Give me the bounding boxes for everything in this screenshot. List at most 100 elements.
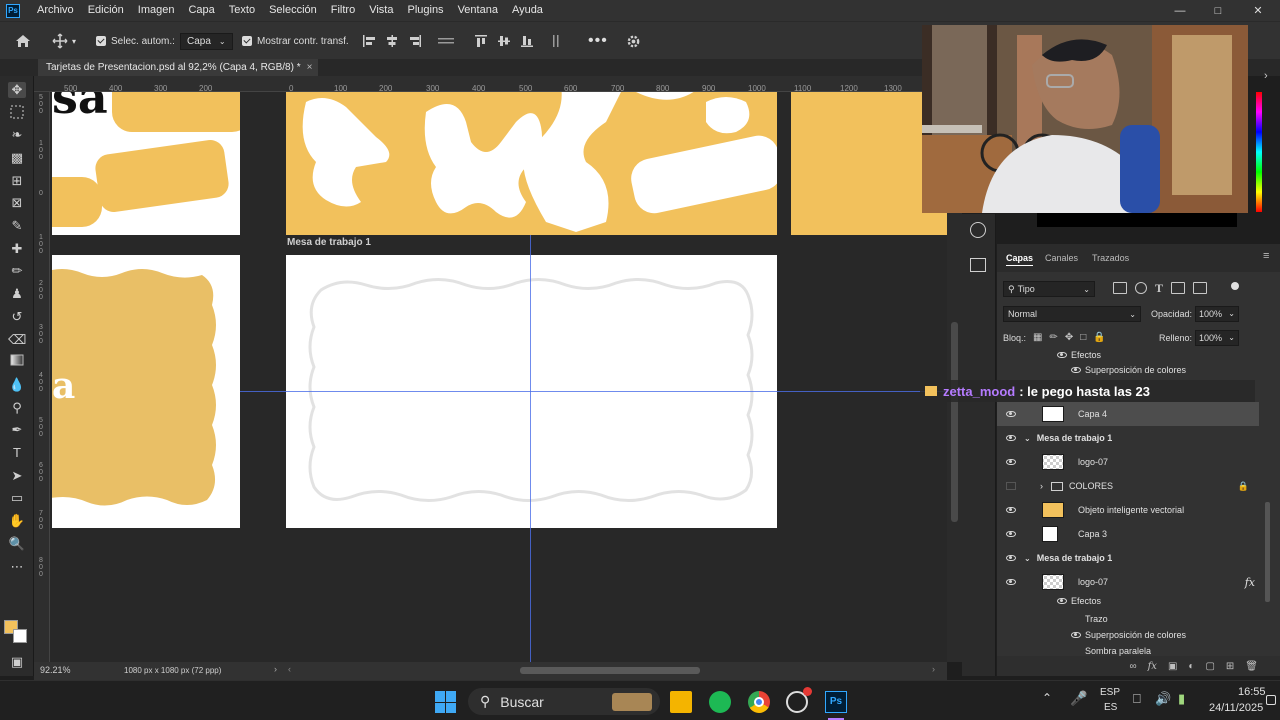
distribute-vertical-icon[interactable]: [549, 34, 563, 48]
path-selection-icon[interactable]: ➤: [8, 468, 26, 484]
menu-seleccion[interactable]: Selección: [262, 0, 324, 21]
menu-filtro[interactable]: Filtro: [324, 0, 362, 21]
type-tool-icon[interactable]: T: [8, 445, 26, 461]
close-icon[interactable]: ✕: [1238, 0, 1278, 21]
blend-mode-dropdown[interactable]: Normal ⌄: [1003, 306, 1141, 322]
panel-menu-icon[interactable]: ≡: [1263, 250, 1269, 262]
zoom-level[interactable]: 92.21%: [40, 665, 71, 675]
background-color-swatch[interactable]: [13, 629, 27, 643]
eye-icon[interactable]: [1071, 367, 1081, 373]
history-brush-icon[interactable]: ↺: [8, 309, 26, 325]
align-left-icon[interactable]: [362, 34, 376, 48]
lock-transparent-icon[interactable]: ▦: [1033, 332, 1042, 343]
layer-effect-row[interactable]: Sombra paralela: [997, 642, 1259, 656]
filter-toggle-icon[interactable]: [1231, 282, 1239, 290]
menu-imagen[interactable]: Imagen: [131, 0, 182, 21]
auto-select-dropdown[interactable]: Capa ⌄: [180, 22, 233, 60]
document-canvas[interactable]: sa Mesa de trabajo 1 a: [50, 92, 947, 662]
tab-trazados[interactable]: Trazados: [1092, 253, 1129, 263]
dodge-tool-icon[interactable]: ⚲: [8, 400, 26, 416]
artboard-group-row[interactable]: ⌄ Mesa de trabajo 1: [997, 546, 1259, 570]
eye-icon[interactable]: [1006, 531, 1016, 537]
more-options-icon[interactable]: •••: [588, 22, 608, 60]
artboard-top-left[interactable]: sa: [52, 92, 240, 235]
filter-type-icon[interactable]: T: [1155, 282, 1163, 294]
lock-brush-icon[interactable]: ✏: [1049, 332, 1057, 343]
stamp-tool-icon[interactable]: ♟: [8, 286, 26, 302]
chevron-down-icon[interactable]: ⌄: [1024, 434, 1031, 443]
move-tool-icon[interactable]: ▾: [52, 22, 76, 60]
network-icon[interactable]: ⎕: [1133, 691, 1141, 707]
fill-input[interactable]: 100% ⌄: [1195, 330, 1239, 346]
brush-tool-icon[interactable]: ✏: [8, 263, 26, 279]
filter-smart-object-icon[interactable]: [1193, 282, 1208, 294]
layer-effects-row[interactable]: Efectos: [997, 348, 1259, 361]
lock-artboard-icon[interactable]: □: [1080, 332, 1086, 343]
artboard-label[interactable]: Mesa de trabajo 1: [287, 237, 371, 248]
vertical-scroll-thumb[interactable]: [951, 322, 958, 522]
frame-tool-icon[interactable]: ⊠: [8, 195, 26, 211]
pen-tool-icon[interactable]: ✒: [8, 422, 26, 438]
show-transform-checkbox[interactable]: Mostrar contr. transf.: [242, 22, 349, 60]
align-top-icon[interactable]: [474, 34, 488, 48]
lock-position-icon[interactable]: ✥: [1065, 332, 1073, 343]
distribute-horizontal-icon[interactable]: [437, 34, 455, 48]
new-adjustment-icon[interactable]: ◐: [1188, 661, 1194, 672]
menu-archivo[interactable]: Archivo: [30, 0, 81, 21]
add-style-icon[interactable]: fx: [1148, 661, 1157, 672]
document-tab[interactable]: Tarjetas de Presentacion.psd al 92,2% (C…: [38, 59, 318, 76]
marquee-tool-icon[interactable]: [8, 105, 26, 121]
clock-date[interactable]: 24/11/2025: [1209, 702, 1263, 714]
taskbar-search[interactable]: ⚲ Buscar: [468, 688, 660, 715]
align-center-icon[interactable]: [385, 34, 399, 48]
opacity-input[interactable]: 100% ⌄: [1195, 306, 1239, 322]
zoom-tool-icon[interactable]: 🔍: [8, 536, 26, 552]
lasso-tool-icon[interactable]: ❧: [8, 127, 26, 143]
battery-icon[interactable]: ▮: [1178, 691, 1185, 707]
filter-shape-icon[interactable]: [1171, 282, 1186, 294]
menu-vista[interactable]: Vista: [362, 0, 400, 21]
layers-scrollbar[interactable]: [1263, 352, 1273, 657]
chevron-up-icon[interactable]: ⌃: [1042, 691, 1052, 705]
layer-row-logo-07[interactable]: logo-07: [997, 450, 1259, 474]
language-indicator[interactable]: ESP: [1100, 687, 1120, 698]
eye-icon[interactable]: [1006, 555, 1016, 561]
menu-plugins[interactable]: Plugins: [400, 0, 450, 21]
file-explorer-icon[interactable]: [670, 691, 692, 713]
eye-icon[interactable]: [1006, 411, 1016, 417]
eraser-tool-icon[interactable]: ⌫: [8, 332, 26, 348]
chevron-down-icon[interactable]: ⌄: [1024, 554, 1031, 563]
layer-row-capa-4[interactable]: Capa 4: [997, 402, 1259, 426]
layer-group-colores[interactable]: › COLORES 🔒: [997, 474, 1259, 498]
layer-effects-row[interactable]: Efectos: [997, 592, 1259, 610]
chevron-right-icon[interactable]: ›: [1040, 481, 1043, 491]
fx-icon[interactable]: fx: [1245, 576, 1255, 589]
vertical-guide[interactable]: [530, 235, 531, 662]
clock-time[interactable]: 16:55: [1238, 686, 1266, 698]
microphone-icon[interactable]: 🎤: [1070, 690, 1087, 707]
close-tab-icon[interactable]: ×: [307, 62, 313, 73]
scroll-right-icon[interactable]: ›: [932, 664, 935, 674]
visibility-off-box[interactable]: [1006, 482, 1016, 490]
artboard-bottom-left[interactable]: a: [52, 255, 240, 528]
trash-icon[interactable]: 🗑: [1245, 661, 1258, 672]
healing-brush-icon[interactable]: ✚: [8, 241, 26, 257]
notification-icon[interactable]: [1266, 695, 1276, 705]
eye-icon[interactable]: [1071, 631, 1081, 638]
align-right-icon[interactable]: [408, 34, 422, 48]
quick-mask-icon[interactable]: ▣: [8, 654, 26, 670]
layer-row-smart-object[interactable]: Objeto inteligente vectorial: [997, 498, 1259, 522]
layers-scroll-thumb[interactable]: [1265, 502, 1270, 602]
volume-icon[interactable]: 🔊: [1155, 691, 1171, 707]
layer-filter-dropdown[interactable]: ⚲ Tipo ⌄: [1003, 281, 1095, 297]
libraries-icon[interactable]: [970, 258, 986, 272]
menu-texto[interactable]: Texto: [222, 0, 262, 21]
maximize-icon[interactable]: □: [1198, 0, 1238, 21]
eye-icon[interactable]: [1006, 579, 1016, 585]
panel-expand-icon[interactable]: ›: [1264, 70, 1268, 82]
gear-icon[interactable]: [626, 22, 641, 60]
layer-row-capa-3[interactable]: Capa 3: [997, 522, 1259, 546]
eyedropper-icon[interactable]: ✎: [8, 218, 26, 234]
color-spectrum-slider[interactable]: [1256, 92, 1262, 212]
scroll-left-icon[interactable]: ‹: [288, 664, 291, 674]
